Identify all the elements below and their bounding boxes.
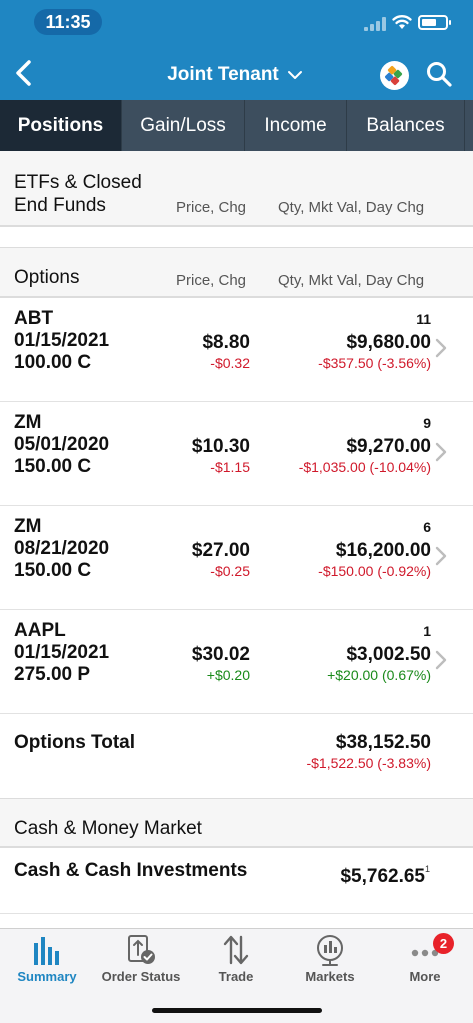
option-contract: AAPL 01/15/2021 275.00 P [14,620,109,686]
option-price-change: +$0.20 [206,667,250,683]
options-total-value: $38,152.50 [335,732,431,753]
etfs-col-value: Qty, Mkt Val, Day Chg [278,199,425,216]
section-gap [0,227,473,247]
option-contract: ABT 01/15/2021 100.00 C [14,308,109,374]
chevron-right-icon [435,338,447,358]
etfs-title-line1: ETFs & Closed [14,172,142,193]
option-day-change: -$1,035.00 (-10.04%) [298,459,431,475]
cash-section-title: Cash & Money Market [14,818,202,839]
option-price-change: -$1.15 [210,459,250,475]
option-contract: ZM 08/21/2020 150.00 C [14,516,109,582]
positions-tab-bar: Positions Gain/Loss Income Balances [0,100,473,151]
back-chevron-icon[interactable] [12,58,36,88]
option-expiry: 01/15/2021 [14,330,110,351]
option-strike: 275.00 P [14,664,91,685]
order-status-icon [128,935,155,964]
option-quantity: 6 [423,519,431,535]
cash-investments-row[interactable]: Cash & Cash Investments $5,762.65 1 [0,848,473,914]
cash-investments-label: Cash & Cash Investments [14,860,248,881]
chevron-right-icon [435,650,447,670]
tab-positions[interactable]: Positions [0,100,122,151]
option-symbol: ZM [14,412,42,433]
etfs-col-price: Price, Chg [176,199,247,216]
search-icon[interactable] [425,60,453,88]
nav-order-status-label: Order Status [101,969,181,984]
option-contract: ZM 05/01/2020 150.00 C [14,412,109,478]
tab-gain-loss[interactable]: Gain/Loss [122,100,245,151]
home-indicator [152,1008,322,1013]
options-total-change: -$1,522.50 (-3.83%) [306,755,431,771]
option-price-change: -$0.25 [210,563,250,579]
globe-chart-icon [317,935,343,966]
chevron-down-icon [287,71,302,79]
account-selector[interactable]: Joint Tenant [150,60,320,90]
option-symbol: ABT [14,308,54,329]
options-col-price: Price, Chg [176,272,247,289]
option-position-row[interactable]: AAPL 01/15/2021 275.00 P $30.02 +$0.20 1… [0,610,473,714]
option-market-value: $16,200.00 [335,540,431,561]
app-header: 11:35 Joint Tenant [0,0,473,100]
trade-arrows-icon [223,935,249,965]
status-bar: 11:35 [0,0,473,44]
nav-order-status[interactable]: Order Status [94,929,188,999]
tab-income[interactable]: Income [245,100,347,151]
cash-section-header: Cash & Money Market [0,798,473,848]
wifi-icon [392,15,412,29]
option-day-change: +$20.00 (0.67%) [327,667,431,683]
option-position-row[interactable]: ABT 01/15/2021 100.00 C $8.80 -$0.32 11 … [0,298,473,402]
nav-trade-label: Trade [218,969,254,984]
options-section-title: Options [14,267,80,288]
options-total-label: Options Total [14,732,136,753]
option-position-row[interactable]: ZM 05/01/2020 150.00 C $10.30 -$1.15 9 $… [0,402,473,506]
cash-footnote-marker: 1 [424,864,430,874]
option-market-value: $9,680.00 [346,332,431,353]
account-title: Joint Tenant [167,64,279,85]
nav-markets[interactable]: Markets [283,929,377,999]
nav-trade[interactable]: Trade [189,929,283,999]
option-symbol: ZM [14,516,42,537]
options-section-header: Options Price, Chg Qty, Mkt Val, Day Chg [0,247,473,298]
option-expiry: 01/15/2021 [14,642,110,663]
option-strike: 150.00 C [14,560,92,581]
tab-overflow-edge [465,100,473,151]
notification-badge: 2 [433,933,454,954]
option-strike: 150.00 C [14,456,92,477]
option-price: $30.02 [191,644,250,665]
option-expiry: 08/21/2020 [14,538,110,559]
nav-markets-label: Markets [305,969,355,984]
cellular-signal-icon [364,17,386,31]
nav-summary[interactable]: Summary [0,929,94,999]
bar-chart-icon [34,937,59,965]
option-day-change: -$150.00 (-0.92%) [318,563,431,579]
option-price: $10.30 [191,436,250,457]
etfs-title-line2: End Funds [14,195,106,216]
tab-balances[interactable]: Balances [347,100,465,151]
option-quantity: 1 [423,623,431,639]
option-strike: 100.00 C [14,352,92,373]
options-col-value: Qty, Mkt Val, Day Chg [278,272,425,289]
assistant-logo-icon[interactable] [380,61,409,90]
option-day-change: -$357.50 (-3.56%) [318,355,431,371]
status-time: 11:35 [34,9,102,35]
option-expiry: 05/01/2020 [14,434,110,455]
etfs-section-header: ETFs & Closed End Funds Price, Chg Qty, … [0,151,473,227]
options-total-row: Options Total $38,152.50 -$1,522.50 (-3.… [0,714,473,798]
option-symbol: AAPL [14,620,66,641]
option-price: $8.80 [202,332,250,353]
option-quantity: 9 [423,415,431,431]
chevron-right-icon [435,546,447,566]
nav-more-label: More [409,969,441,984]
option-market-value: $3,002.50 [346,644,431,665]
option-quantity: 11 [416,311,431,327]
nav-summary-label: Summary [17,969,77,984]
cash-investments-value: $5,762.65 [340,866,425,887]
battery-icon [418,15,451,30]
option-price: $27.00 [191,540,250,561]
chevron-right-icon [435,442,447,462]
option-market-value: $9,270.00 [346,436,431,457]
etfs-section-title: ETFs & Closed End Funds [14,171,142,217]
option-price-change: -$0.32 [210,355,250,371]
option-position-row[interactable]: ZM 08/21/2020 150.00 C $27.00 -$0.25 6 $… [0,506,473,610]
nav-more[interactable]: 2 More [378,929,472,999]
